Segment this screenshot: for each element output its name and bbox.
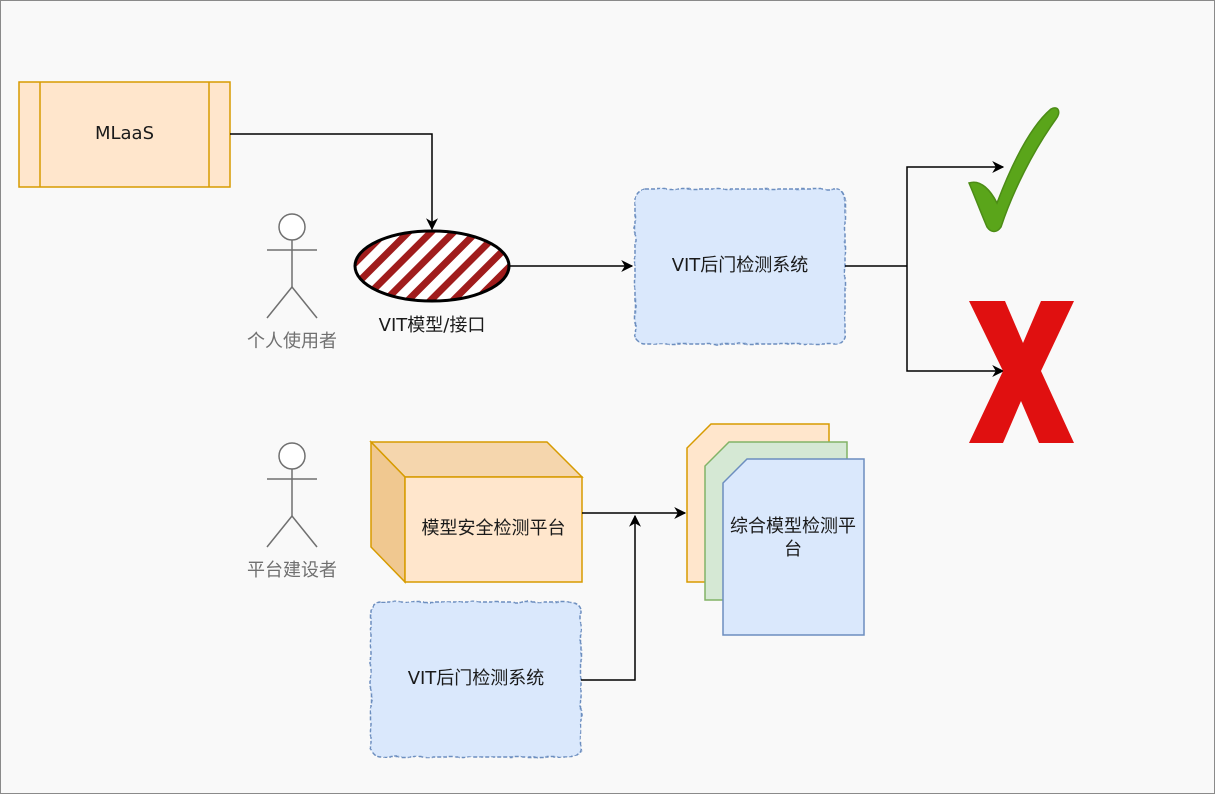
- cross-mark-icon: [969, 301, 1074, 443]
- vit-backdoor-top-label: VIT后门检测系统: [671, 255, 809, 277]
- edge-mlaas-to-model: [230, 133, 438, 231]
- mlaas-label: MLaaS: [94, 123, 155, 145]
- diagram-canvas: MLaaS 个人使用者 VIT模型/接口 VIT后门检测系统 平台建设者 模型安…: [0, 0, 1215, 794]
- vit-model-ellipse[interactable]: [353, 229, 511, 303]
- model-security-platform-label: 模型安全检测平台: [421, 518, 566, 540]
- check-mark-icon: [967, 107, 1060, 233]
- platform-builder-label: 平台建设者: [247, 559, 337, 581]
- platform-builder-actor[interactable]: [266, 442, 318, 548]
- individual-user-actor[interactable]: [266, 213, 318, 319]
- edge-detector-to-integrated: [581, 514, 641, 681]
- individual-user-label: 个人使用者: [247, 330, 337, 352]
- vit-backdoor-bottom-label: VIT后门检测系统: [407, 668, 545, 690]
- integrated-platform-label: 综合模型检测平台: [730, 516, 856, 560]
- vit-model-label: VIT模型/接口: [378, 314, 486, 336]
